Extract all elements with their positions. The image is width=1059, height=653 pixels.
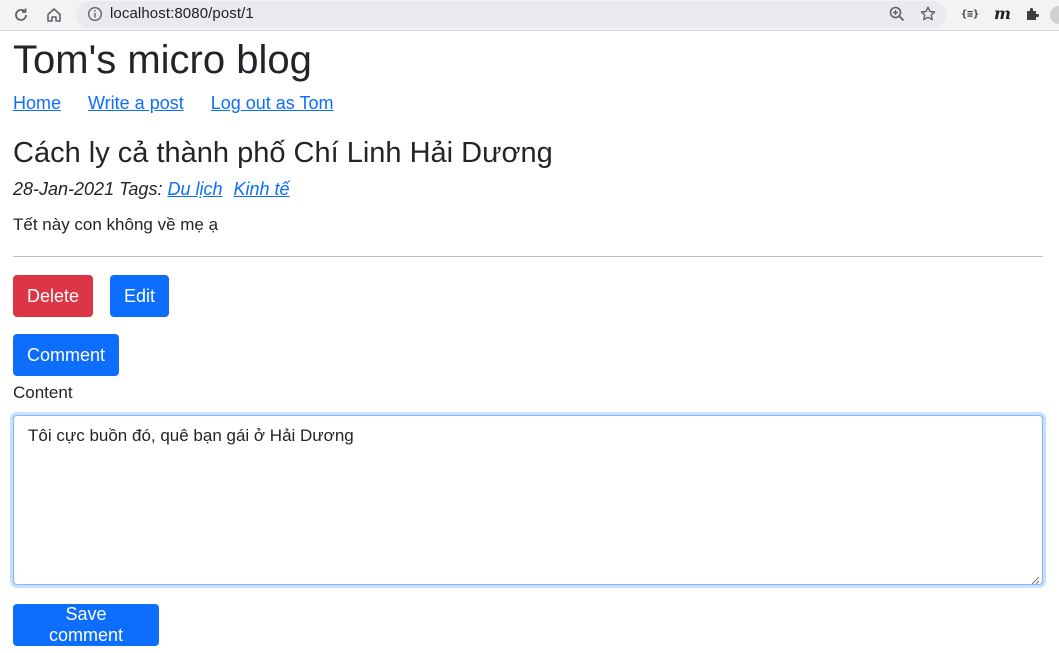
comment-content-textarea[interactable]: Tôi cực buồn đó, quê bạn gái ở Hải Dương [13, 415, 1043, 585]
nav-home-link[interactable]: Home [13, 93, 61, 113]
divider [13, 256, 1043, 257]
post-body: Tết này con không về mẹ ạ [13, 215, 219, 234]
tag-link[interactable]: Du lịch [167, 179, 222, 199]
extensions-puzzle-icon[interactable] [1024, 5, 1042, 28]
post-date-tags-label: 28-Jan-2021 Tags: [13, 179, 163, 199]
save-comment-button[interactable]: Save comment [13, 604, 159, 646]
address-bar[interactable]: localhost:8080/post/1 [76, 1, 946, 28]
nav-logout-link[interactable]: Log out as Tom [211, 93, 334, 113]
nav-write-post-link[interactable]: Write a post [88, 93, 184, 113]
info-icon[interactable] [87, 6, 103, 27]
bookmark-star-icon[interactable] [919, 5, 937, 28]
home-icon[interactable] [42, 3, 66, 27]
post-title: Cách ly cả thành phố Chí Linh Hải Dương [13, 137, 553, 169]
edit-button[interactable]: Edit [110, 275, 169, 317]
json-extension-icon[interactable]: {≡} [961, 9, 979, 20]
site-title: Tom's micro blog [13, 38, 312, 82]
delete-button[interactable]: Delete [13, 275, 93, 317]
comment-button[interactable]: Comment [13, 334, 119, 376]
zoom-icon[interactable] [888, 5, 906, 28]
resize-grip-icon[interactable] [1030, 572, 1040, 585]
profile-avatar[interactable] [1050, 6, 1059, 24]
m-extension-icon[interactable]: m [994, 4, 1011, 23]
post-meta: 28-Jan-2021 Tags: Du lịch Kinh tế [13, 179, 296, 200]
url-text: localhost:8080/post/1 [110, 5, 254, 22]
tag-link[interactable]: Kinh tế [234, 179, 290, 199]
main-nav: Home Write a post Log out as Tom [13, 93, 360, 114]
browser-toolbar: localhost:8080/post/1 {≡} m [0, 0, 1059, 31]
content-label: Content [13, 383, 73, 402]
reload-icon[interactable] [9, 3, 33, 27]
